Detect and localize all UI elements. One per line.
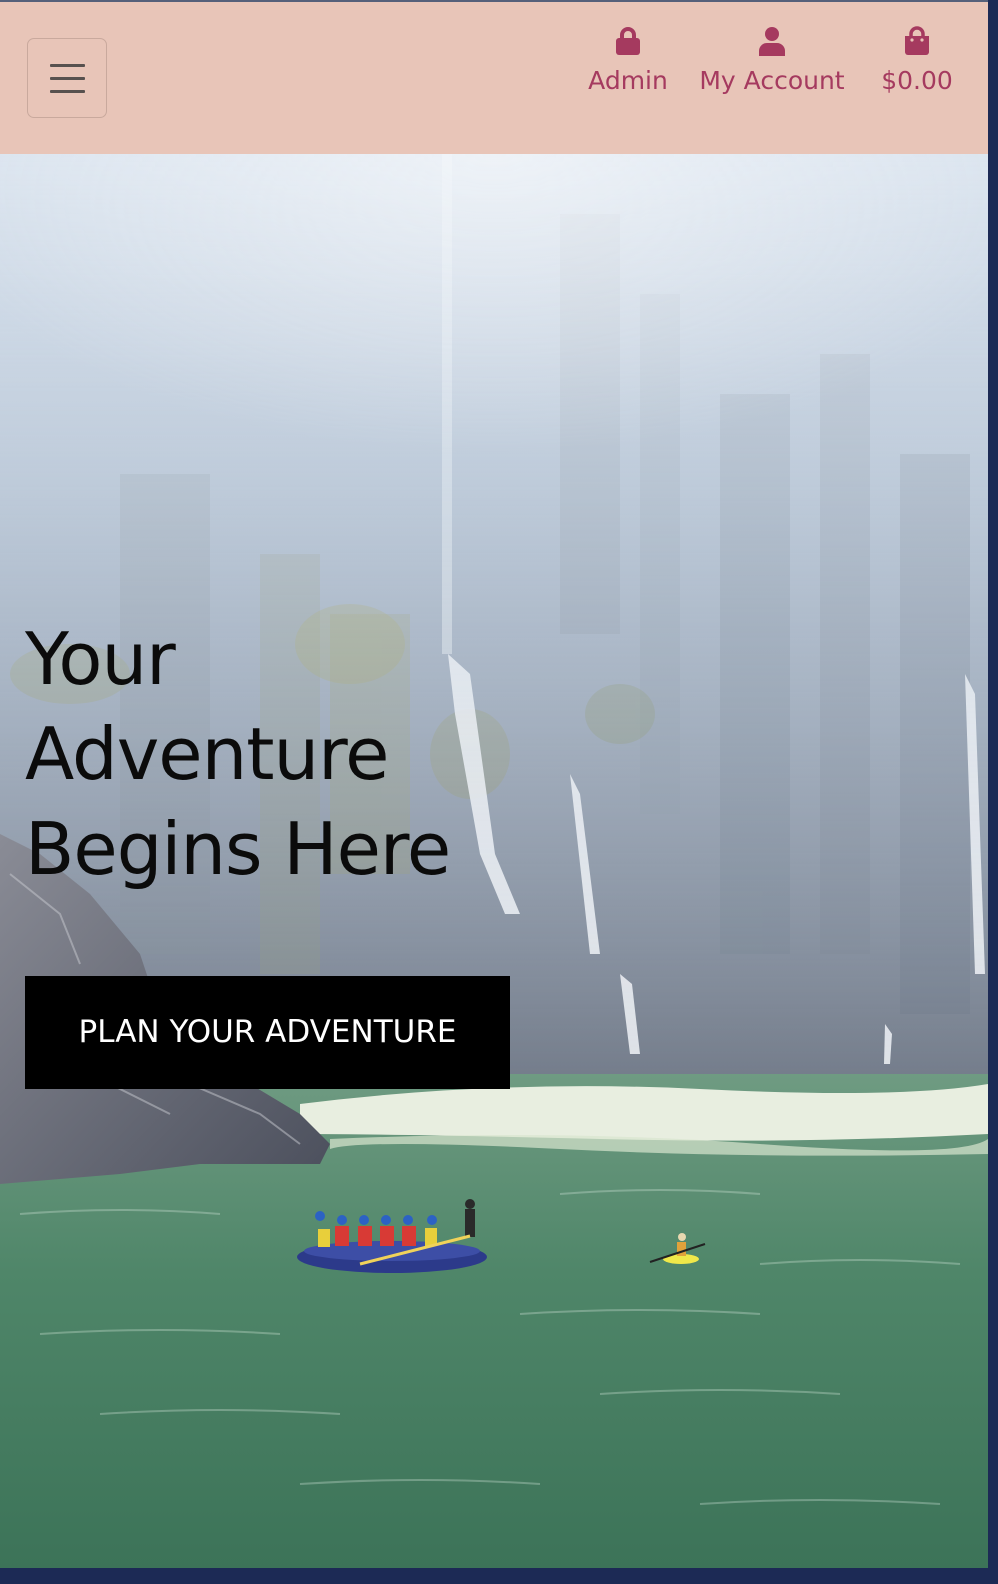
lock-icon: [616, 27, 640, 55]
top-navbar: Admin My Account $0.00: [0, 2, 988, 154]
plan-your-adventure-button[interactable]: PLAN YOUR ADVENTURE: [25, 976, 510, 1089]
shopping-bag-icon: [905, 26, 929, 55]
nav-cart-link[interactable]: $0.00: [877, 26, 957, 110]
hero-title-line: Adventure: [25, 712, 389, 796]
hero-section: Your Adventure Begins Here PLAN YOUR ADV…: [0, 154, 988, 1568]
nav-admin-link[interactable]: Admin: [585, 26, 671, 110]
nav-my-account-label: My Account: [699, 66, 845, 95]
browser-viewport: Admin My Account $0.00 Your Adventure Be…: [0, 0, 988, 1568]
hero-title-line: Your: [25, 617, 176, 701]
nav-admin-label: Admin: [588, 66, 668, 95]
hero-title-line: Begins Here: [25, 807, 451, 891]
user-icon: [759, 27, 785, 56]
nav-my-account-link[interactable]: My Account: [693, 26, 851, 110]
menu-toggle-button[interactable]: [27, 38, 107, 118]
hero-title: Your Adventure Begins Here: [25, 612, 545, 897]
nav-cart-total: $0.00: [881, 66, 953, 95]
